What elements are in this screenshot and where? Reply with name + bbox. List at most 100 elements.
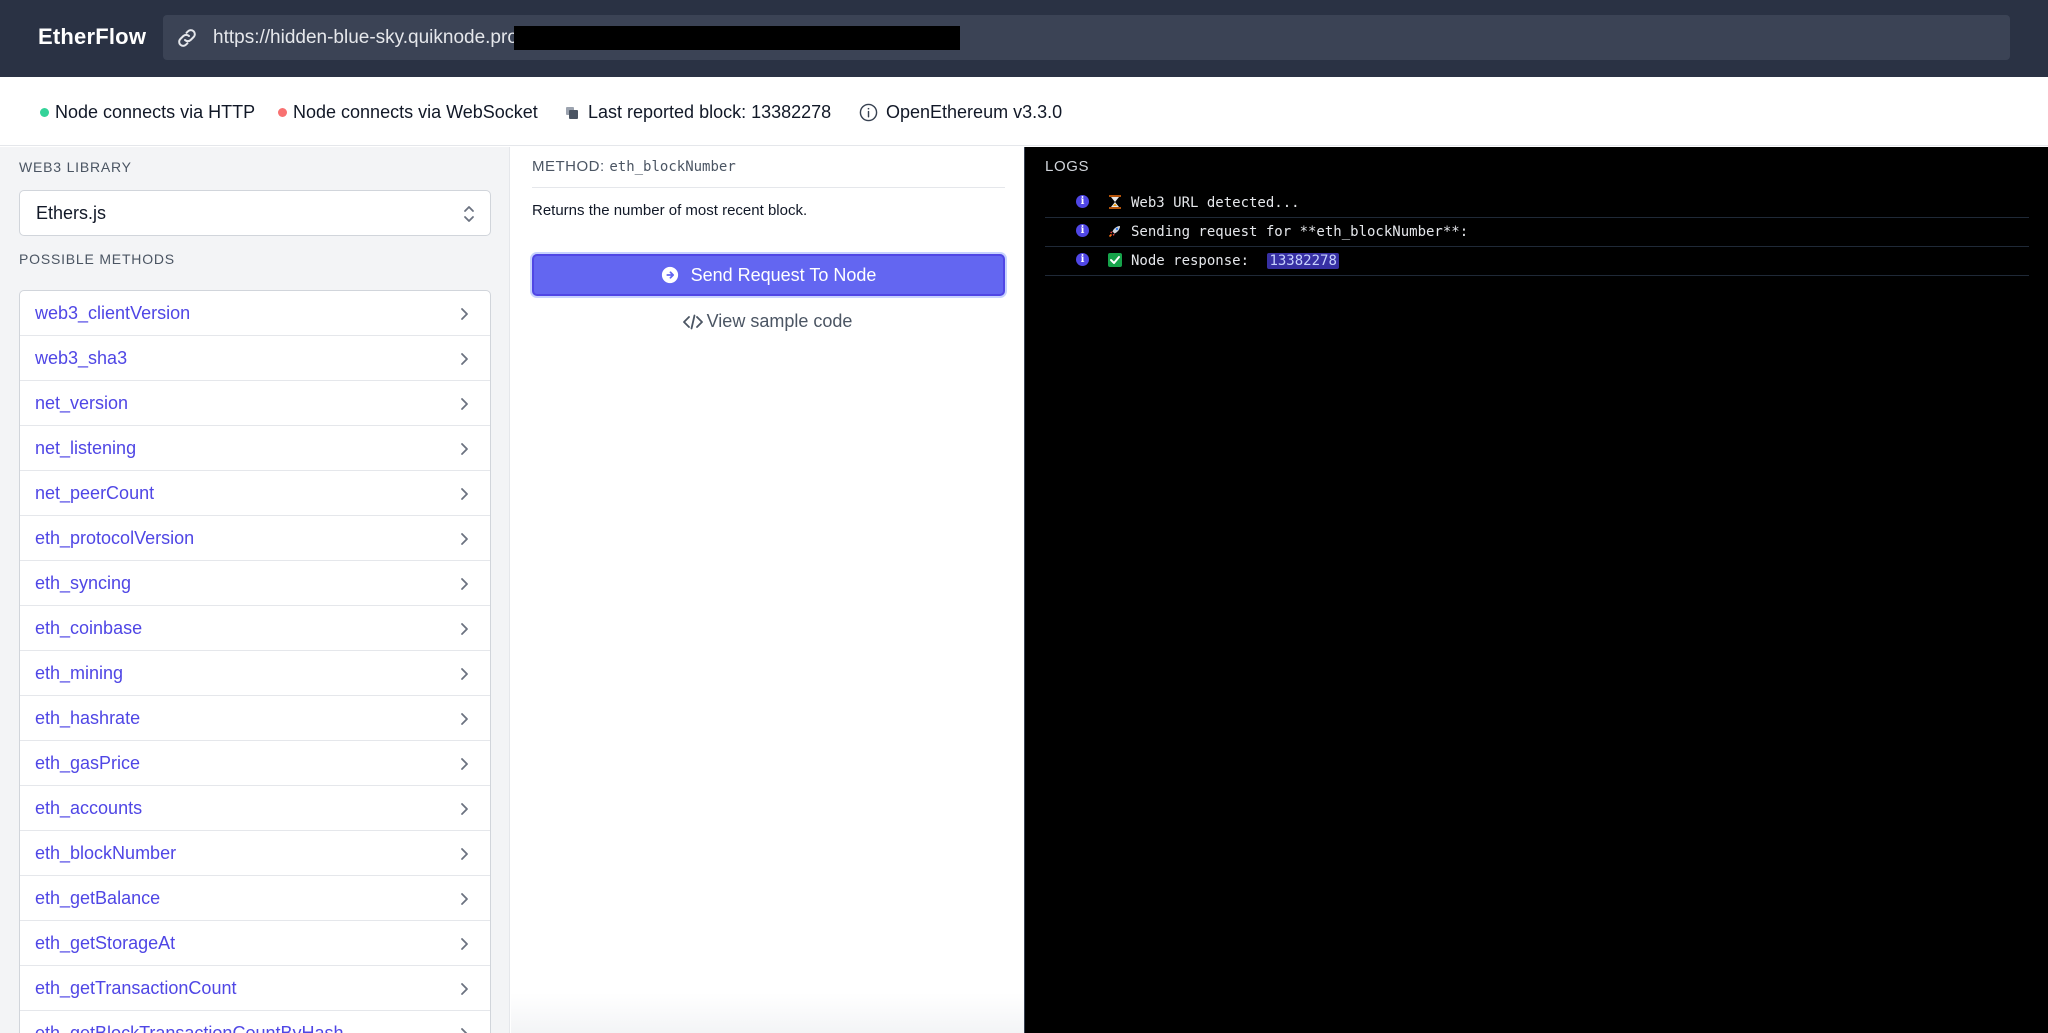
method-item-label: eth_getBlockTransactionCountByHash <box>35 1023 344 1033</box>
log-entry: i Node response: 13382278 <box>1045 247 2029 276</box>
log-message: Node response: <box>1131 253 1258 269</box>
method-title-name: eth_blockNumber <box>609 159 736 175</box>
hourglass-icon <box>1109 195 1121 209</box>
method-item-label: eth_protocolVersion <box>35 528 195 548</box>
method-divider <box>532 187 1005 188</box>
web3-library-select[interactable]: Ethers.js <box>19 190 491 236</box>
websocket-status: Node connects via WebSocket <box>278 102 538 123</box>
web3-library-value: Ethers.js <box>36 203 107 223</box>
send-request-button[interactable]: Send Request To Node <box>532 254 1005 296</box>
method-item-web3-sha3[interactable]: web3_sha3 <box>20 336 490 381</box>
info-icon: i <box>1076 195 1089 208</box>
method-item-label: net_peerCount <box>35 483 155 503</box>
log-entry-text: Node response: 13382278 <box>1131 253 1339 269</box>
client-version-status: OpenEthereum v3.3.0 <box>859 102 1062 123</box>
method-item-eth-gasprice[interactable]: eth_gasPrice <box>20 741 490 786</box>
node-url-text: https://hidden-blue-sky.quiknode.pro/ <box>213 27 524 48</box>
chevron-right-icon <box>461 578 468 590</box>
method-item-label: eth_getTransactionCount <box>35 978 237 998</box>
log-response-value: 13382278 <box>1267 253 1339 269</box>
method-item-label: net_listening <box>35 438 137 458</box>
method-item-eth-getblocktransactioncountbyhash[interactable]: eth_getBlockTransactionCountByHash <box>20 1011 490 1033</box>
redacted-token <box>514 26 960 50</box>
node-url-input[interactable]: https://hidden-blue-sky.quiknode.pro/ <box>163 15 2010 60</box>
panel-bottom-shade <box>511 993 1024 1033</box>
method-item-eth-hashrate[interactable]: eth_hashrate <box>20 696 490 741</box>
method-title-prefix: METHOD: <box>532 158 605 175</box>
chevron-right-icon <box>461 623 468 635</box>
method-item-eth-accounts[interactable]: eth_accounts <box>20 786 490 831</box>
last-block-label: Last reported block: 13382278 <box>588 102 832 122</box>
method-item-net-listening[interactable]: net_listening <box>20 426 490 471</box>
info-icon: i <box>1076 224 1089 237</box>
method-item-eth-coinbase[interactable]: eth_coinbase <box>20 606 490 651</box>
method-item-label: eth_syncing <box>35 573 132 593</box>
method-item-eth-gettransactioncount[interactable]: eth_getTransactionCount <box>20 966 490 1011</box>
log-entry-text: Sending request for **eth_blockNumber**: <box>1131 224 1468 240</box>
link-icon <box>178 29 196 47</box>
log-message: Web3 URL detected... <box>1131 195 1300 211</box>
method-item-eth-getbalance[interactable]: eth_getBalance <box>20 876 490 921</box>
method-item-net-version[interactable]: net_version <box>20 381 490 426</box>
method-item-eth-getstorageat[interactable]: eth_getStorageAt <box>20 921 490 966</box>
method-item-label: net_version <box>35 393 129 413</box>
method-item-eth-protocolversion[interactable]: eth_protocolVersion <box>20 516 490 561</box>
chevron-right-icon <box>461 713 468 725</box>
library-sidebar: WEB3 LIBRARY Ethers.js POSSIBLE METHODS … <box>0 147 510 1033</box>
method-item-net-peercount[interactable]: net_peerCount <box>20 471 490 516</box>
chevron-right-icon <box>461 353 468 365</box>
http-status-dot <box>40 108 49 117</box>
chevron-right-icon <box>461 758 468 770</box>
http-status: Node connects via HTTP <box>40 102 255 123</box>
top-bar: EtherFlow https://hidden-blue-sky.quikno… <box>0 0 2048 77</box>
log-entry: i Sending request for **eth_blockNumber**… <box>1045 218 2029 247</box>
web3-library-heading: WEB3 LIBRARY <box>19 159 132 175</box>
method-item-label: web3_sha3 <box>35 348 128 368</box>
chevron-right-icon <box>461 893 468 905</box>
chevron-right-icon <box>461 308 468 320</box>
method-item-eth-syncing[interactable]: eth_syncing <box>20 561 490 606</box>
method-item-label: eth_mining <box>35 663 124 683</box>
chevron-right-icon <box>461 488 468 500</box>
log-message: Sending request for **eth_blockNumber**: <box>1131 224 1469 240</box>
method-item-label: eth_blockNumber <box>35 843 177 863</box>
method-list: web3_clientVersion web3_sha3 net_versionne… <box>19 290 491 1033</box>
info-icon: i <box>1076 253 1089 266</box>
select-arrows-icon <box>464 206 474 222</box>
method-item-label: eth_coinbase <box>35 618 143 638</box>
last-block-status: Last reported block: 13382278 <box>564 102 831 123</box>
rocket-icon <box>1108 226 1120 238</box>
brand-logo-text: EtherFlow <box>38 24 147 49</box>
websocket-status-label: Node connects via WebSocket <box>293 102 538 122</box>
method-item-eth-mining[interactable]: eth_mining <box>20 651 490 696</box>
chevron-right-icon <box>461 398 468 410</box>
send-request-label: Send Request To Node <box>690 264 877 285</box>
chevron-right-icon <box>461 848 468 860</box>
view-sample-code-link[interactable]: View sample code <box>511 311 1024 332</box>
method-description: Returns the number of most recent block. <box>532 202 808 219</box>
client-version-label: OpenEthereum v3.3.0 <box>886 102 1063 122</box>
method-title: METHOD: eth_blockNumber <box>532 158 736 175</box>
check-mark-icon <box>1108 253 1122 267</box>
method-item-label: eth_gasPrice <box>35 753 141 773</box>
method-item-label: web3_clientVersion <box>35 303 191 323</box>
view-sample-code-label: View sample code <box>706 311 853 331</box>
info-circle-icon <box>859 103 878 122</box>
websocket-status-dot <box>278 108 287 117</box>
method-item-eth-blocknumber[interactable]: eth_blockNumber <box>20 831 490 876</box>
log-entry: i Web3 URL detected... <box>1045 189 2029 218</box>
chevron-right-icon <box>461 1028 468 1033</box>
logs-heading: LOGS <box>1045 158 1090 175</box>
method-item-label: eth_getStorageAt <box>35 933 176 953</box>
method-item-label: eth_hashrate <box>35 708 141 728</box>
code-icon <box>682 314 703 329</box>
chevron-right-icon <box>461 983 468 995</box>
chevron-right-icon <box>461 533 468 545</box>
http-status-label: Node connects via HTTP <box>55 102 256 122</box>
method-item-web3-clientversion[interactable]: web3_clientVersion <box>20 291 490 336</box>
log-entry-text: Web3 URL detected... <box>1131 195 1300 211</box>
status-bar: Node connects via HTTP Node connects via… <box>0 77 2048 146</box>
chevron-right-icon <box>461 803 468 815</box>
method-item-label: eth_accounts <box>35 798 143 818</box>
method-item-label: eth_getBalance <box>35 888 161 908</box>
